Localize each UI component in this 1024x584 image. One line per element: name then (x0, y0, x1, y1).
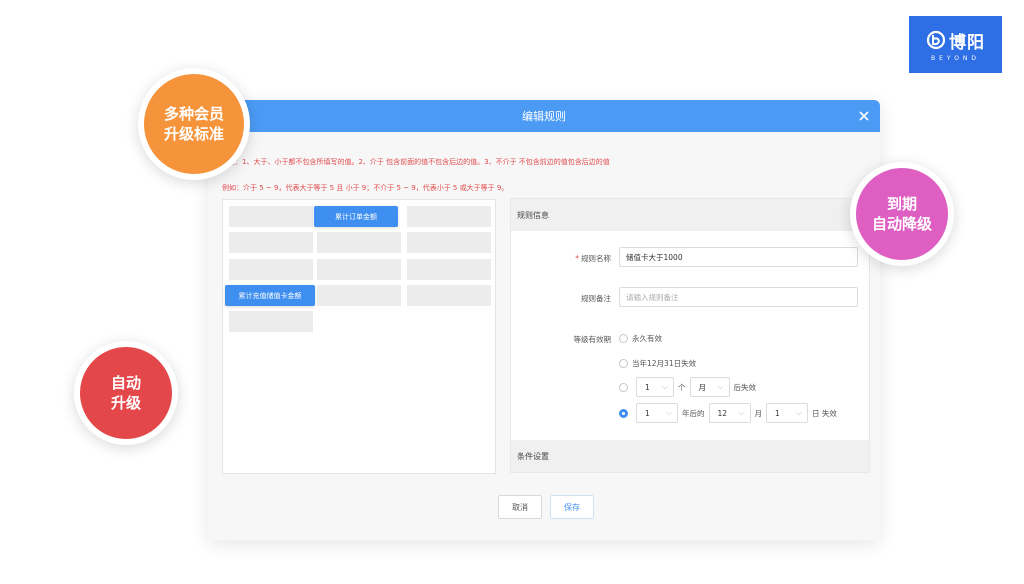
radio-icon[interactable] (619, 334, 628, 343)
condition-tile[interactable] (407, 259, 491, 280)
rule-remark-label: 规则备注 (581, 294, 611, 303)
logo-brand-text: 博阳 (949, 32, 985, 53)
after-unit-select[interactable]: 月 ⌵ (689, 377, 730, 397)
feature-bubble-auto-upgrade: 自动 升级 (74, 341, 178, 445)
chevron-down-icon: ⌵ (661, 382, 668, 391)
after-number-select[interactable]: 1 ⌵ (636, 377, 674, 397)
condition-tile[interactable] (317, 285, 401, 306)
notice-rule-text: 注：1、大于、小于都不包含所填写的值。2、介于 包含前面的值不包含后边的值。3、… (228, 158, 610, 166)
condition-section-title: 条件设置 (511, 440, 869, 472)
rule-info-section-title: 规则信息 (511, 199, 869, 231)
condition-tile[interactable] (407, 232, 491, 253)
validity-option-forever[interactable]: 永久有效 (619, 333, 662, 344)
month-select[interactable]: 12 ⌵ (708, 403, 751, 423)
feature-bubble-auto-downgrade: 到期 自动降级 (850, 162, 954, 266)
edit-rule-dialog: 编辑规则 注：1、大于、小于都不包含所填写的值。2、介于 包含前面的值不包含后边… (208, 100, 880, 540)
day-select[interactable]: 1 ⌵ (766, 403, 808, 423)
brand-logo: 博阳 BEYOND (909, 16, 1002, 73)
years-select[interactable]: 1 ⌵ (636, 403, 678, 423)
condition-tile[interactable] (407, 206, 491, 227)
logo-mark-icon (926, 30, 946, 50)
condition-tile[interactable] (229, 311, 313, 332)
save-button[interactable]: 保存 (550, 495, 594, 519)
close-button[interactable] (856, 108, 872, 124)
chevron-down-icon: ⌵ (717, 382, 724, 391)
tile-stored-value-amount[interactable]: 累计充值储值卡金额 (225, 285, 315, 306)
radio-checked-icon[interactable] (619, 408, 628, 418)
condition-tile[interactable] (229, 259, 313, 280)
dialog-header: 编辑规则 (208, 100, 880, 132)
condition-tile[interactable] (317, 232, 401, 253)
tile-order-amount[interactable]: 累计订单金额 (314, 206, 398, 227)
validity-label: 等级有效期 (573, 335, 612, 344)
chevron-down-icon: ⌵ (795, 408, 802, 417)
radio-icon[interactable] (619, 382, 628, 392)
condition-tile[interactable] (407, 285, 491, 306)
chevron-down-icon: ⌵ (665, 408, 672, 417)
validity-option-year-end[interactable]: 当年12月31日失效 (619, 358, 696, 369)
rule-form-panel: 规则信息 * 规则名称 储值卡大于1000 规则备注 请输入规则备注 等级有效期 … (510, 198, 870, 473)
condition-tile[interactable] (229, 232, 313, 253)
rule-name-label: * 规则名称 (575, 254, 611, 263)
chevron-down-icon: ⌵ (738, 408, 745, 417)
feature-bubble-multi-standard: 多种会员 升级标准 (138, 68, 250, 180)
notice-example-text: 例如：介于 5 ~ 9，代表大于等于 5 且 小于 9；不介于 5 ~ 9，代表… (222, 184, 509, 192)
validity-option-after[interactable]: 1 ⌵ 个 月 ⌵ 后失效 (619, 377, 756, 397)
dialog-title: 编辑规则 (522, 110, 566, 123)
condition-tile[interactable] (229, 206, 313, 227)
radio-icon[interactable] (619, 359, 628, 368)
rule-remark-input[interactable]: 请输入规则备注 (619, 287, 858, 307)
rule-name-input[interactable]: 储值卡大于1000 (619, 247, 858, 267)
close-icon (859, 111, 869, 121)
validity-option-date[interactable]: 1 ⌵ 年后的 12 ⌵ 月 1 ⌵ 日 失效 (619, 403, 837, 423)
condition-tile[interactable] (317, 259, 401, 280)
cancel-button[interactable]: 取消 (498, 495, 542, 519)
condition-tile-panel: 累计订单金额 累计充值储值卡金额 (222, 199, 496, 474)
logo-sub-text: BEYOND (930, 54, 981, 62)
